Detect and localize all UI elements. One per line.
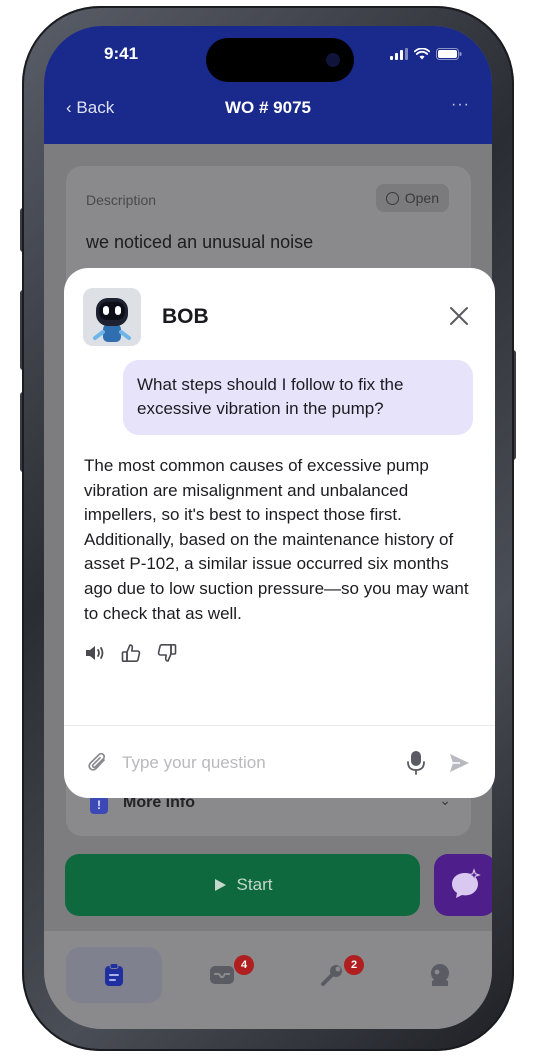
camera-icon <box>326 53 340 67</box>
dynamic-island <box>206 38 354 82</box>
page-title: WO # 9075 <box>225 98 311 117</box>
read-aloud-button[interactable] <box>84 642 106 664</box>
play-icon <box>214 879 226 891</box>
more-options-button[interactable]: ··· <box>451 96 470 114</box>
ai-assistant-button[interactable] <box>434 854 492 916</box>
signal-icon <box>390 48 408 60</box>
mic-button[interactable] <box>404 749 428 777</box>
user-message-bubble: What steps should I follow to fix the ex… <box>123 360 473 435</box>
info-icon: ! <box>90 796 108 814</box>
close-button[interactable] <box>447 304 471 328</box>
battery-icon <box>436 48 462 60</box>
send-icon <box>450 754 469 772</box>
bot-message: The most common causes of excessive pump… <box>84 456 469 623</box>
status-label: Open <box>404 190 439 206</box>
thumbs-down-button[interactable] <box>156 642 178 664</box>
status-icons <box>390 48 462 60</box>
thumbs-up-icon <box>121 644 141 662</box>
speaker-icon <box>86 646 104 660</box>
tab-inbox[interactable]: 4 <box>174 947 270 1003</box>
paperclip-icon <box>88 752 106 771</box>
close-icon <box>450 307 468 325</box>
clipboard-icon <box>105 963 123 986</box>
question-input[interactable] <box>122 748 392 778</box>
chat-modal: BOB What steps should I follow to fix th… <box>64 268 495 798</box>
start-label: Start <box>236 875 273 894</box>
tab-tools[interactable]: 2 <box>284 947 380 1003</box>
send-button[interactable] <box>447 751 471 775</box>
tools-icon <box>321 965 342 986</box>
bot-name: BOB <box>162 305 209 328</box>
avatar <box>83 288 141 346</box>
status-badge: Open <box>375 184 449 212</box>
profile-icon <box>431 964 449 986</box>
tab-bar: 4 2 <box>44 931 492 1029</box>
description-label: Description <box>86 192 157 208</box>
divider <box>64 725 495 726</box>
start-button[interactable]: Start <box>65 854 420 916</box>
status-time: 9:41 <box>104 44 139 63</box>
tab-profile[interactable] <box>392 947 488 1003</box>
attach-button[interactable] <box>85 750 111 776</box>
app-header: 9:41 ‹ Back WO # 9075 ··· <box>44 26 492 144</box>
feedback-actions <box>84 642 178 664</box>
chat-sparkle-icon <box>452 868 481 898</box>
wifi-icon <box>414 48 430 60</box>
tools-badge: 2 <box>344 955 364 975</box>
tab-work-orders[interactable] <box>66 947 162 1003</box>
thumbs-down-icon <box>157 643 177 662</box>
robot-icon <box>83 288 141 346</box>
thumbs-up-button[interactable] <box>120 642 142 664</box>
inbox-badge: 4 <box>234 955 254 975</box>
microphone-icon <box>407 751 425 775</box>
inbox-icon <box>210 966 234 984</box>
circle-icon <box>385 191 399 205</box>
description-text: we noticed an unusual noise <box>86 232 314 252</box>
